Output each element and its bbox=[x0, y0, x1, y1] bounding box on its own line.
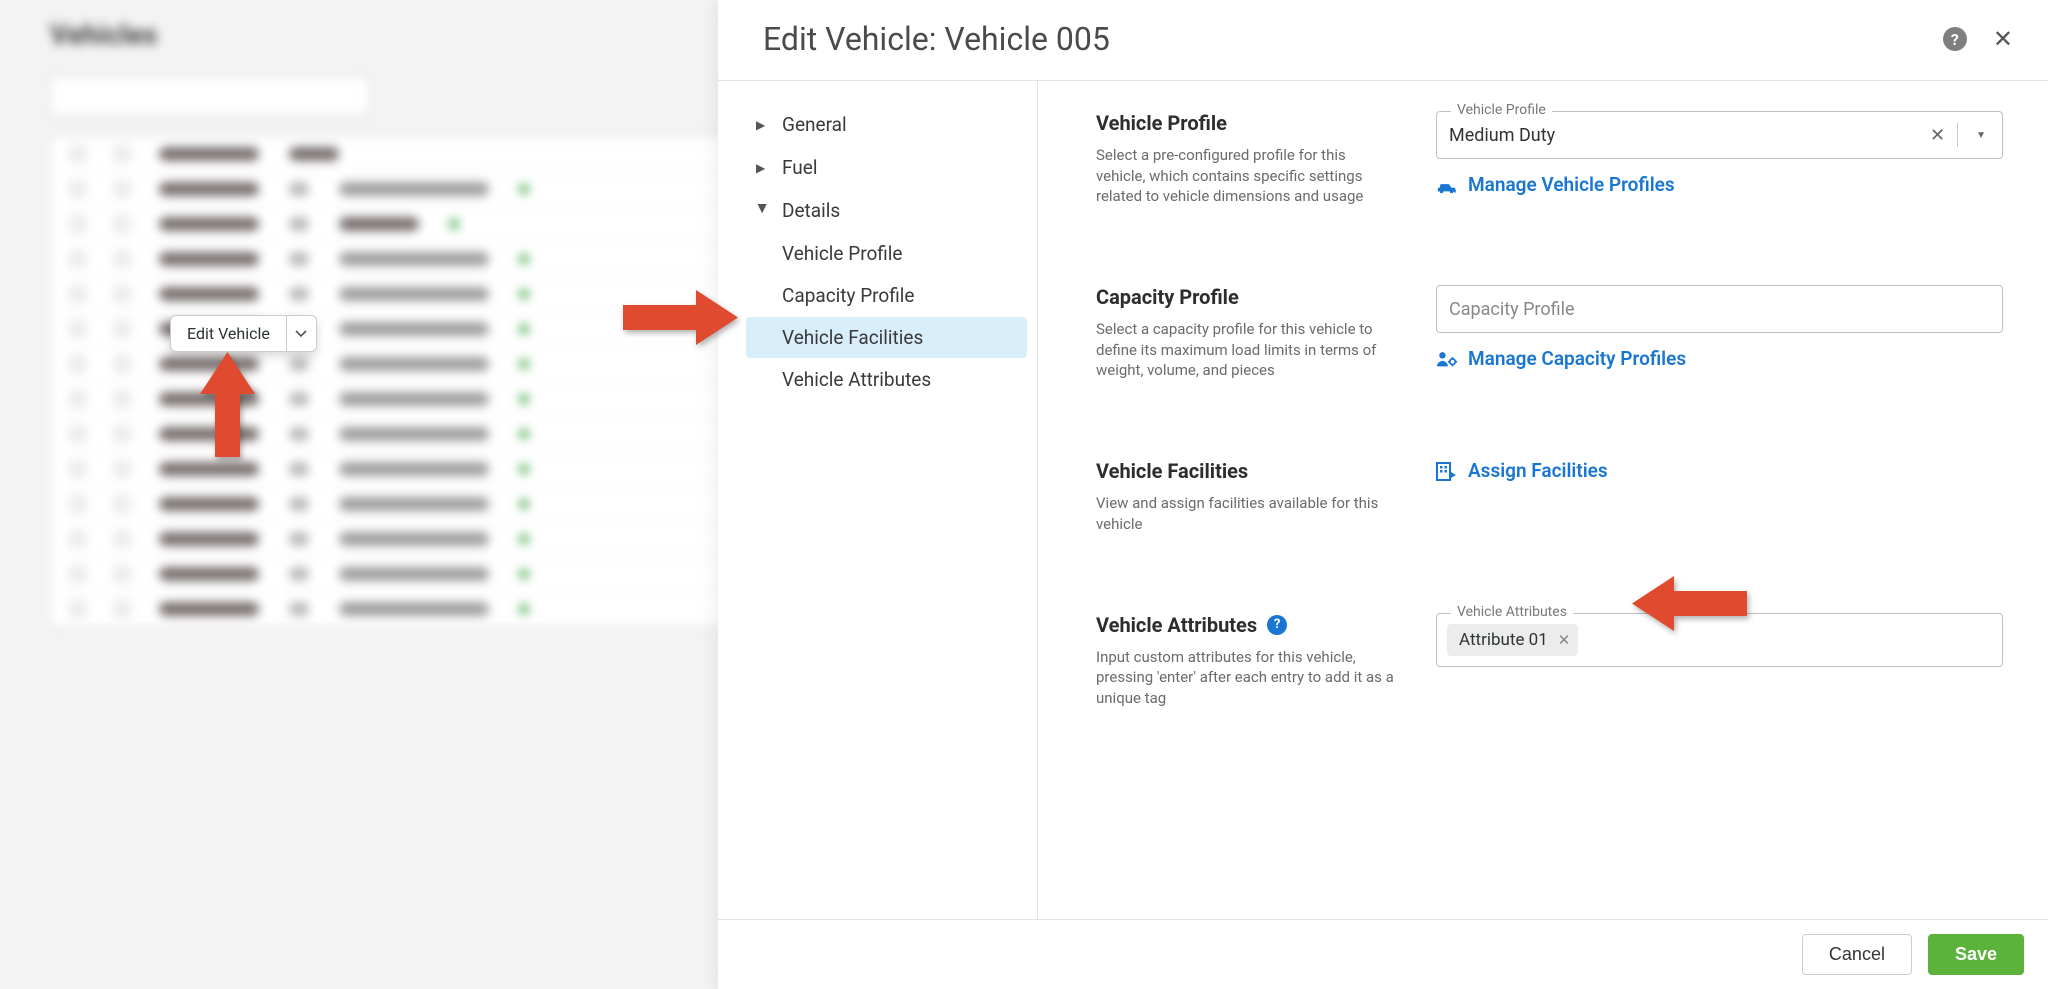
chevron-down-icon: ▶ bbox=[756, 204, 770, 218]
building-icon bbox=[1436, 461, 1458, 481]
nav-sub-vehicle-attributes[interactable]: Vehicle Attributes bbox=[746, 359, 1027, 400]
desc-vehicle-facilities: View and assign facilities available for… bbox=[1096, 493, 1396, 534]
nav-label-general: General bbox=[782, 113, 847, 136]
separator bbox=[1957, 123, 1958, 147]
cancel-button[interactable]: Cancel bbox=[1802, 934, 1912, 975]
chevron-right-icon: ▶ bbox=[756, 161, 770, 175]
chevron-right-icon: ▶ bbox=[756, 118, 770, 132]
edit-vehicle-caret[interactable] bbox=[286, 316, 316, 351]
vehicle-icon bbox=[1436, 175, 1458, 195]
manage-capacity-profiles-link[interactable]: Manage Capacity Profiles bbox=[1436, 347, 2003, 370]
section-capacity-profile: Capacity Profile Select a capacity profi… bbox=[1096, 285, 2003, 381]
modal-footer: Cancel Save bbox=[718, 919, 2048, 989]
manage-vehicle-profiles-link[interactable]: Manage Vehicle Profiles bbox=[1436, 173, 2003, 196]
heading-text: Vehicle Attributes bbox=[1096, 613, 1257, 637]
heading-capacity-profile: Capacity Profile bbox=[1096, 285, 1396, 309]
close-icon[interactable]: ✕ bbox=[1993, 27, 2013, 51]
nav-sub-capacity-profile[interactable]: Capacity Profile bbox=[746, 275, 1027, 316]
nav-sub-vehicle-facilities[interactable]: Vehicle Facilities bbox=[746, 317, 1027, 358]
assign-facilities-link[interactable]: Assign Facilities bbox=[1436, 459, 2003, 482]
section-vehicle-profile: Vehicle Profile Select a pre-configured … bbox=[1096, 111, 2003, 207]
edit-vehicle-popover: Edit Vehicle bbox=[170, 315, 317, 352]
field-label-vehicle-attributes: Vehicle Attributes bbox=[1451, 604, 1573, 620]
section-vehicle-attributes: Vehicle Attributes ? Input custom attrib… bbox=[1096, 613, 2003, 709]
modal-form-area: Vehicle Profile Select a pre-configured … bbox=[1038, 81, 2048, 919]
heading-vehicle-profile: Vehicle Profile bbox=[1096, 111, 1396, 135]
nav-group-fuel[interactable]: ▶ Fuel bbox=[746, 146, 1027, 189]
nav-label-fuel: Fuel bbox=[782, 156, 817, 179]
edit-vehicle-button[interactable]: Edit Vehicle bbox=[171, 316, 286, 351]
edit-vehicle-modal: Edit Vehicle: Vehicle 005 ? ✕ ▶ General … bbox=[718, 0, 2048, 989]
nav-group-general[interactable]: ▶ General bbox=[746, 103, 1027, 146]
annotation-arrow-assign-facilities bbox=[1632, 576, 1747, 631]
nav-sub-vehicle-profile[interactable]: Vehicle Profile bbox=[746, 233, 1027, 274]
nav-label-details: Details bbox=[782, 199, 840, 222]
desc-vehicle-profile: Select a pre-configured profile for this… bbox=[1096, 145, 1396, 207]
help-icon[interactable]: ? bbox=[1943, 27, 1967, 51]
clear-icon[interactable]: ✕ bbox=[1926, 121, 1949, 150]
vehicle-profile-value: Medium Duty bbox=[1449, 125, 1926, 146]
annotation-arrow-edit-vehicle bbox=[200, 352, 255, 457]
capacity-profile-select[interactable]: Capacity Profile bbox=[1436, 285, 2003, 333]
field-label-vehicle-profile: Vehicle Profile bbox=[1451, 102, 1552, 118]
desc-capacity-profile: Select a capacity profile for this vehic… bbox=[1096, 319, 1396, 381]
attribute-chip: Attribute 01 ✕ bbox=[1447, 624, 1578, 656]
chip-label: Attribute 01 bbox=[1459, 630, 1548, 650]
link-label: Assign Facilities bbox=[1468, 459, 1608, 482]
section-vehicle-facilities: Vehicle Facilities View and assign facil… bbox=[1096, 459, 2003, 534]
annotation-arrow-nav-facilities bbox=[623, 290, 738, 345]
chip-remove-icon[interactable]: ✕ bbox=[1558, 631, 1571, 649]
modal-title: Edit Vehicle: Vehicle 005 bbox=[763, 20, 1110, 58]
nav-group-details[interactable]: ▶ Details bbox=[746, 189, 1027, 232]
vehicle-profile-select[interactable]: Vehicle Profile Medium Duty ✕ ▼ bbox=[1436, 111, 2003, 159]
modal-sidebar: ▶ General ▶ Fuel ▶ Details Vehicle Profi… bbox=[718, 81, 1038, 919]
help-icon[interactable]: ? bbox=[1267, 615, 1287, 635]
people-gear-icon bbox=[1436, 349, 1458, 369]
heading-vehicle-attributes: Vehicle Attributes ? bbox=[1096, 613, 1396, 637]
chevron-down-icon bbox=[295, 330, 307, 338]
link-label: Manage Capacity Profiles bbox=[1468, 347, 1686, 370]
modal-header: Edit Vehicle: Vehicle 005 ? ✕ bbox=[718, 0, 2048, 81]
desc-vehicle-attributes: Input custom attributes for this vehicle… bbox=[1096, 647, 1396, 709]
dropdown-icon[interactable]: ▼ bbox=[1964, 130, 1990, 141]
heading-vehicle-facilities: Vehicle Facilities bbox=[1096, 459, 1396, 483]
capacity-profile-placeholder: Capacity Profile bbox=[1449, 299, 1575, 320]
link-label: Manage Vehicle Profiles bbox=[1468, 173, 1675, 196]
save-button[interactable]: Save bbox=[1928, 934, 2024, 975]
